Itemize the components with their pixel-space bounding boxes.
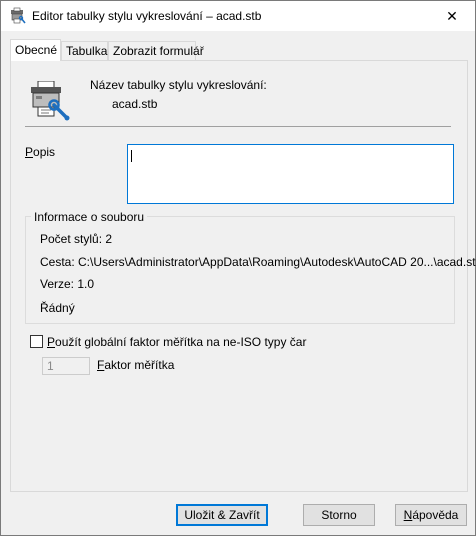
text-caret	[131, 150, 132, 162]
scale-factor-label: Faktor měřítka	[97, 358, 174, 372]
help-button[interactable]: Nápověda	[395, 504, 467, 526]
tab-table[interactable]: Tabulka	[61, 41, 108, 61]
styles-count-text: Počet stylů: 2	[40, 232, 113, 246]
tab-table-label: Tabulka	[66, 44, 108, 58]
save-close-button[interactable]: Uložit & Zavřít	[176, 504, 268, 526]
plotter-wrench-icon	[31, 81, 70, 121]
help-label-text: ápověda	[412, 508, 459, 522]
description-label-text: opis	[33, 145, 56, 159]
version-text: Verze: 1.0	[40, 277, 95, 291]
file-info-group-title: Informace o souboru	[31, 210, 148, 224]
description-label-mnemonic: P	[25, 145, 34, 159]
file-status-text: Řádný	[40, 301, 75, 315]
global-scale-mnemonic: P	[47, 335, 56, 349]
tab-general-label: Obecné	[15, 43, 58, 57]
save-close-button-label: Uložit & Zavřít	[184, 508, 260, 522]
scale-factor-label-text: aktor měřítka	[104, 358, 175, 372]
dialog-window: Editor tabulky stylu vykreslování – acad…	[0, 0, 476, 536]
style-table-name-label: Název tabulky stylu vykreslování:	[90, 78, 267, 92]
cancel-button[interactable]: Storno	[303, 504, 375, 526]
tab-form-view-label: Zobrazit formulář	[113, 44, 204, 58]
global-scale-label-text: oužít globální faktor měřítka na ne-ISO …	[55, 335, 307, 349]
tab-form-view[interactable]: Zobrazit formulář	[108, 41, 204, 61]
help-button-label: Nápověda	[404, 508, 459, 522]
global-scale-checkbox[interactable]	[30, 335, 43, 348]
plot-style-table-icon	[11, 7, 26, 24]
title-bar: Editor tabulky stylu vykreslování – acad…	[1, 1, 475, 31]
description-textarea[interactable]	[127, 144, 454, 204]
file-path-text: Cesta: C:\Users\Administrator\AppData\Ro…	[40, 255, 476, 269]
description-label: Popis	[25, 145, 55, 159]
style-table-name-value: acad.stb	[112, 97, 158, 111]
close-button[interactable]: ✕	[429, 1, 475, 31]
cancel-button-label: Storno	[321, 508, 357, 522]
help-mnemonic: N	[403, 508, 413, 522]
tab-general[interactable]: Obecné	[10, 39, 61, 61]
global-scale-checkbox-label[interactable]: Použít globální faktor měřítka na ne-ISO…	[47, 335, 306, 349]
scale-factor-input[interactable]: 1	[42, 357, 90, 375]
close-icon: ✕	[446, 7, 458, 24]
separator	[25, 126, 451, 127]
window-title: Editor tabulky stylu vykreslování – acad…	[32, 9, 262, 23]
